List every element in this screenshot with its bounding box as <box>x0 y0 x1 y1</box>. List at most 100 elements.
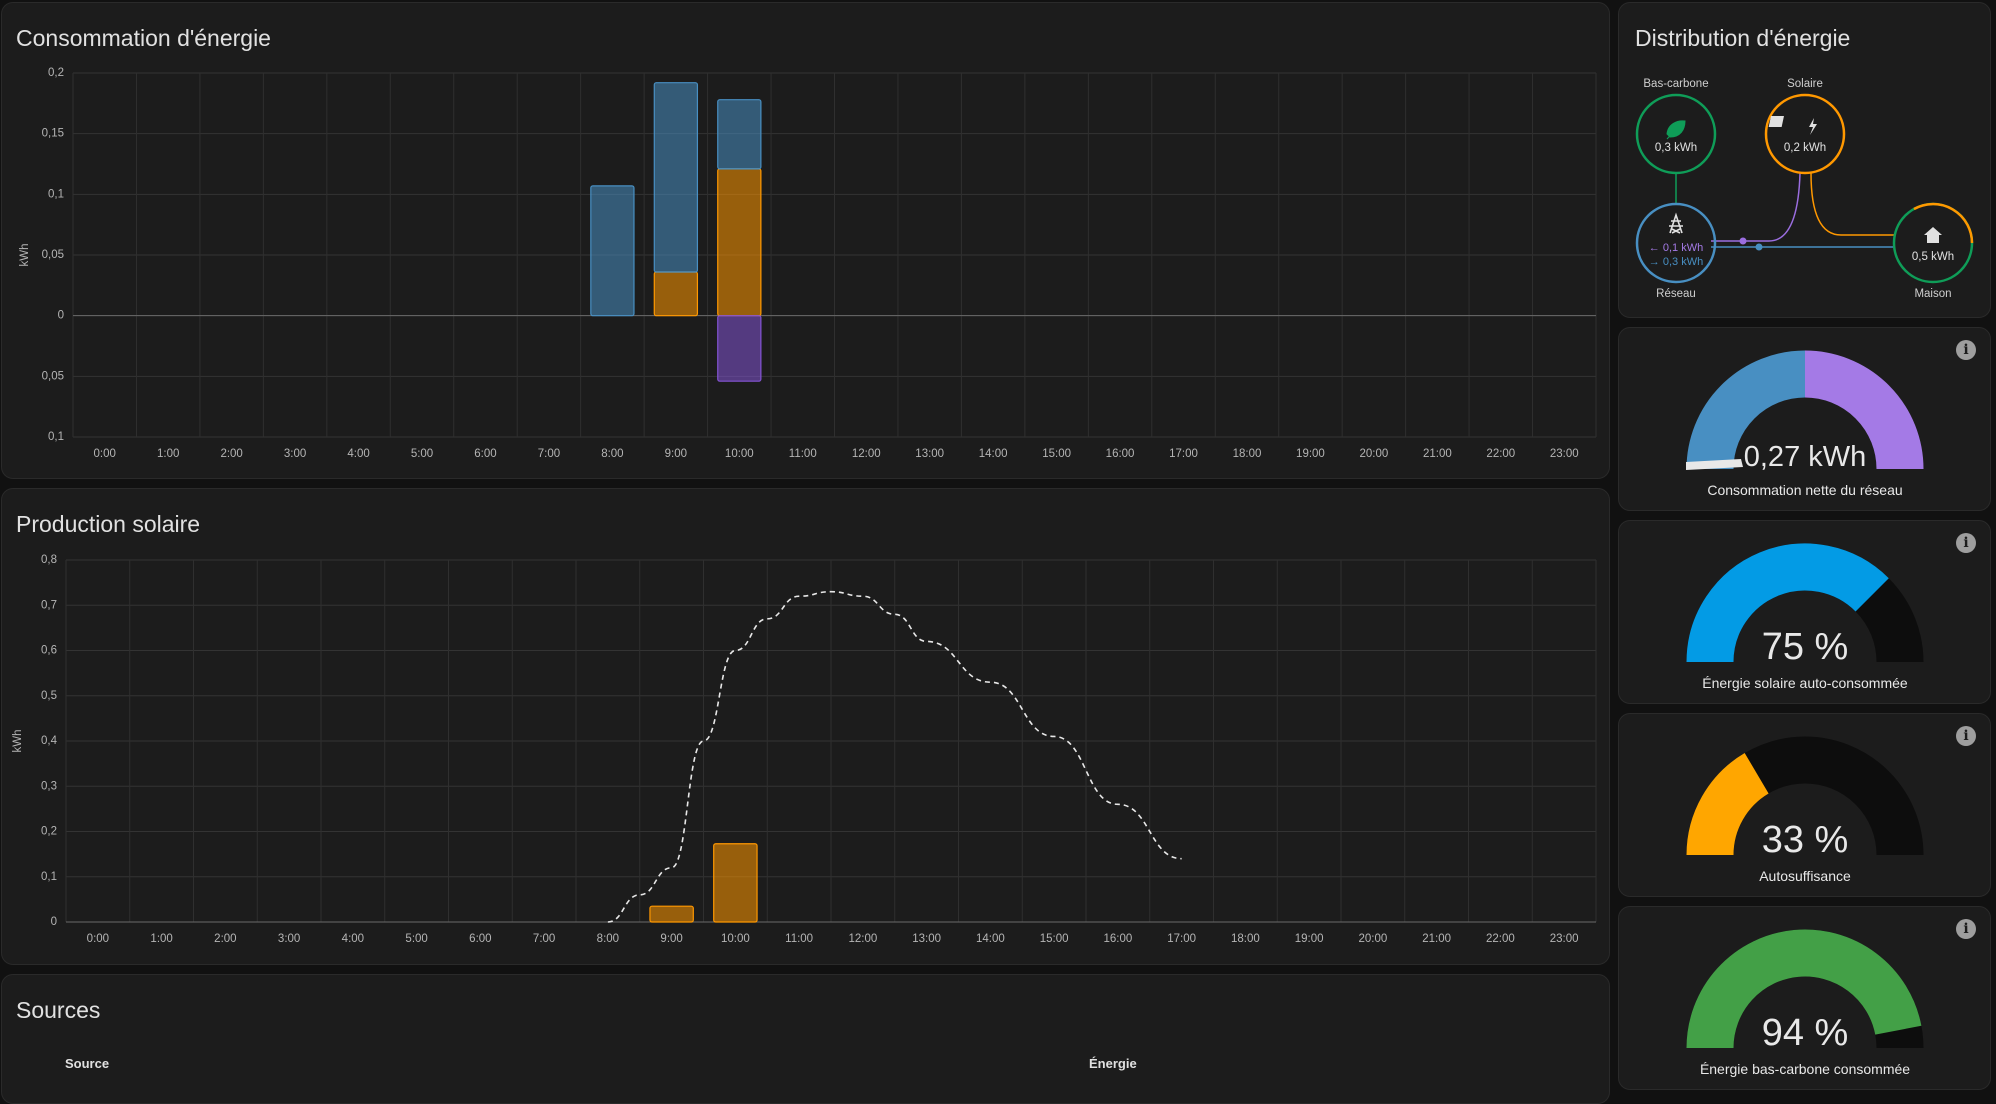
x-tick-label: 11:00 <box>789 448 817 460</box>
home-label: Maison <box>1914 288 1951 300</box>
bar <box>653 82 699 273</box>
x-tick-label: 0:00 <box>87 933 109 945</box>
consumption-chart[interactable]: 0,2 0,15 0,1 0,05 0 0,05 0,1 kWh 0:00 1:00 2:00 3:0… <box>2 3 1610 479</box>
y-tick-label: 0,5 <box>41 690 57 702</box>
x-tick-label: 23:00 <box>1550 448 1579 460</box>
gauge-card-low-carbon: i 94 % Énergie bas-carbone consommée <box>1618 906 1991 1090</box>
y-tick-label: 0,2 <box>41 826 57 838</box>
gauge-value: 33 % <box>1762 819 1849 861</box>
x-tick-label: 16:00 <box>1106 448 1135 460</box>
bar <box>649 905 694 923</box>
x-tick-label: 18:00 <box>1231 933 1260 945</box>
x-tick-label: 22:00 <box>1486 448 1515 460</box>
x-tick-label: 2:00 <box>220 448 242 460</box>
solar-chart[interactable]: 0,8 0,7 0,6 0,5 0,4 0,3 0,2 0,1 0 kWh 0:00 1:00 2:00… <box>2 489 1610 965</box>
x-tick-label: 9:00 <box>665 448 687 460</box>
x-tick-label: 12:00 <box>848 933 877 945</box>
x-tick-label: 14:00 <box>976 933 1005 945</box>
x-tick-label: 15:00 <box>1042 448 1071 460</box>
x-tick-label: 8:00 <box>601 448 623 460</box>
x-tick-label: 13:00 <box>912 933 941 945</box>
gauge-label: Énergie bas-carbone consommée <box>1700 1061 1910 1077</box>
x-tick-label: 10:00 <box>721 933 750 945</box>
y-tick-label: 0,7 <box>41 599 57 611</box>
x-tick-label: 19:00 <box>1296 448 1325 460</box>
bar <box>713 843 758 923</box>
y-tick-label: 0,6 <box>41 645 57 657</box>
energy-column-header[interactable]: Énergie <box>1089 1056 1137 1071</box>
gauge-card-self-sufficiency: i 33 % Autosuffisance <box>1618 713 1991 897</box>
low-carbon-label: Bas-carbone <box>1643 78 1708 90</box>
x-tick-label: 17:00 <box>1169 448 1198 460</box>
solar-value: 0,2 kWh <box>1784 142 1826 154</box>
grid-label: Réseau <box>1656 288 1696 300</box>
gauge-value: 75 % <box>1762 626 1849 668</box>
gauge-label: Énergie solaire auto-consommée <box>1702 675 1908 691</box>
y-tick-label: 0,1 <box>48 188 64 200</box>
x-tick-label: 21:00 <box>1422 933 1451 945</box>
gauge-card-net-grid: i 0,27 kWh Consommation nette du réseau <box>1618 327 1991 511</box>
x-tick-label: 1:00 <box>150 933 172 945</box>
y-tick-label: 0,1 <box>48 431 64 443</box>
solar-label: Solaire <box>1787 78 1823 90</box>
solar-power-icon <box>1768 116 1817 135</box>
x-tick-label: 6:00 <box>469 933 491 945</box>
self-consumed-gauge: 75 % Énergie solaire auto-consommée <box>1686 543 1924 691</box>
y-tick-label: 0,1 <box>41 871 57 883</box>
x-tick-label: 13:00 <box>915 448 944 460</box>
distribution-card: Distribution d'énergie Bas-carbone 0,3 k… <box>1618 2 1991 318</box>
gauge-value: 0,27 kWh <box>1744 441 1867 473</box>
x-tick-label: 7:00 <box>538 448 560 460</box>
x-tick-label: 23:00 <box>1550 933 1579 945</box>
flow-dot-purple <box>1739 237 1747 245</box>
sources-title: Sources <box>16 997 101 1023</box>
bar <box>717 315 762 382</box>
leaf-icon <box>1666 120 1686 140</box>
x-tick-label: 12:00 <box>852 448 881 460</box>
x-tick-label: 21:00 <box>1423 448 1452 460</box>
solar-home-flow <box>1810 172 1895 236</box>
bar <box>590 185 635 317</box>
net-grid-gauge: 0,27 kWh Consommation nette du réseau <box>1686 350 1924 498</box>
x-tick-label: 20:00 <box>1360 448 1389 460</box>
x-tick-label: 5:00 <box>411 448 433 460</box>
x-tick-label: 9:00 <box>660 933 682 945</box>
x-tick-label: 2:00 <box>214 933 236 945</box>
x-tick-label: 18:00 <box>1233 448 1262 460</box>
gauge-value: 94 % <box>1762 1012 1849 1054</box>
x-tick-label: 4:00 <box>342 933 364 945</box>
transmission-tower-icon <box>1669 212 1683 234</box>
sources-card: Sources Source Énergie <box>1 974 1610 1104</box>
y-tick-label: 0,8 <box>41 554 57 566</box>
home-value: 0,5 kWh <box>1912 251 1954 263</box>
x-tick-label: 11:00 <box>785 933 813 945</box>
y-axis-label: kWh <box>12 730 24 753</box>
x-tick-label: 1:00 <box>157 448 179 460</box>
bar <box>653 271 699 317</box>
y-tick-label: 0,4 <box>41 735 58 747</box>
source-column-header[interactable]: Source <box>65 1056 109 1071</box>
home-ring-solar <box>1913 202 1974 244</box>
bar <box>717 168 762 317</box>
gauge-label: Autosuffisance <box>1759 868 1851 884</box>
x-tick-label: 8:00 <box>597 933 619 945</box>
x-tick-label: 22:00 <box>1486 933 1515 945</box>
x-tick-label: 15:00 <box>1040 933 1069 945</box>
x-tick-label: 3:00 <box>284 448 306 460</box>
self-sufficiency-gauge: 33 % Autosuffisance <box>1686 736 1924 884</box>
x-tick-label: 0:00 <box>94 448 116 460</box>
x-tick-label: 19:00 <box>1295 933 1324 945</box>
y-axis-label: kWh <box>19 244 31 267</box>
x-tick-label: 4:00 <box>347 448 369 460</box>
gauge-fill <box>1686 753 1770 856</box>
bar <box>717 99 762 170</box>
x-tick-label: 20:00 <box>1358 933 1387 945</box>
gauge-card-self-consumed: i 75 % Énergie solaire auto-consommée <box>1618 520 1991 704</box>
y-tick-label: 0 <box>58 310 64 322</box>
grid-export-value: → 0,3 kWh <box>1649 256 1703 268</box>
x-tick-label: 5:00 <box>405 933 427 945</box>
x-tick-label: 10:00 <box>725 448 754 460</box>
x-tick-label: 6:00 <box>474 448 496 460</box>
y-tick-label: 0,3 <box>41 780 57 792</box>
x-tick-label: 7:00 <box>533 933 555 945</box>
